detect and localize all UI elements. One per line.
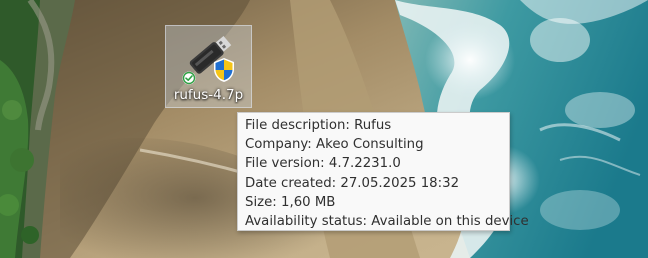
tooltip-size: Size: 1,60 MB — [245, 194, 336, 210]
tooltip-file-version: File version: 4.7.2231.0 — [245, 156, 401, 172]
file-info-tooltip: File description: Rufus Company: Akeo Co… — [237, 112, 529, 231]
sync-check-icon — [182, 71, 196, 85]
desktop-icon-rufus[interactable]: rufus-4.7p — [165, 25, 252, 108]
tooltip-date-created: Date created: 27.05.2025 18:32 — [245, 175, 460, 191]
tooltip-company: Company: Akeo Consulting — [245, 137, 424, 153]
desktop-icon-label: rufus-4.7p — [173, 87, 244, 103]
desktop[interactable]: rufus-4.7p File description: Rufus Compa… — [0, 0, 648, 258]
uac-shield-icon — [214, 58, 234, 82]
tooltip-file-description: File description: Rufus — [245, 118, 392, 133]
tooltip-availability-status: Availability status: Available on this d… — [245, 214, 529, 230]
